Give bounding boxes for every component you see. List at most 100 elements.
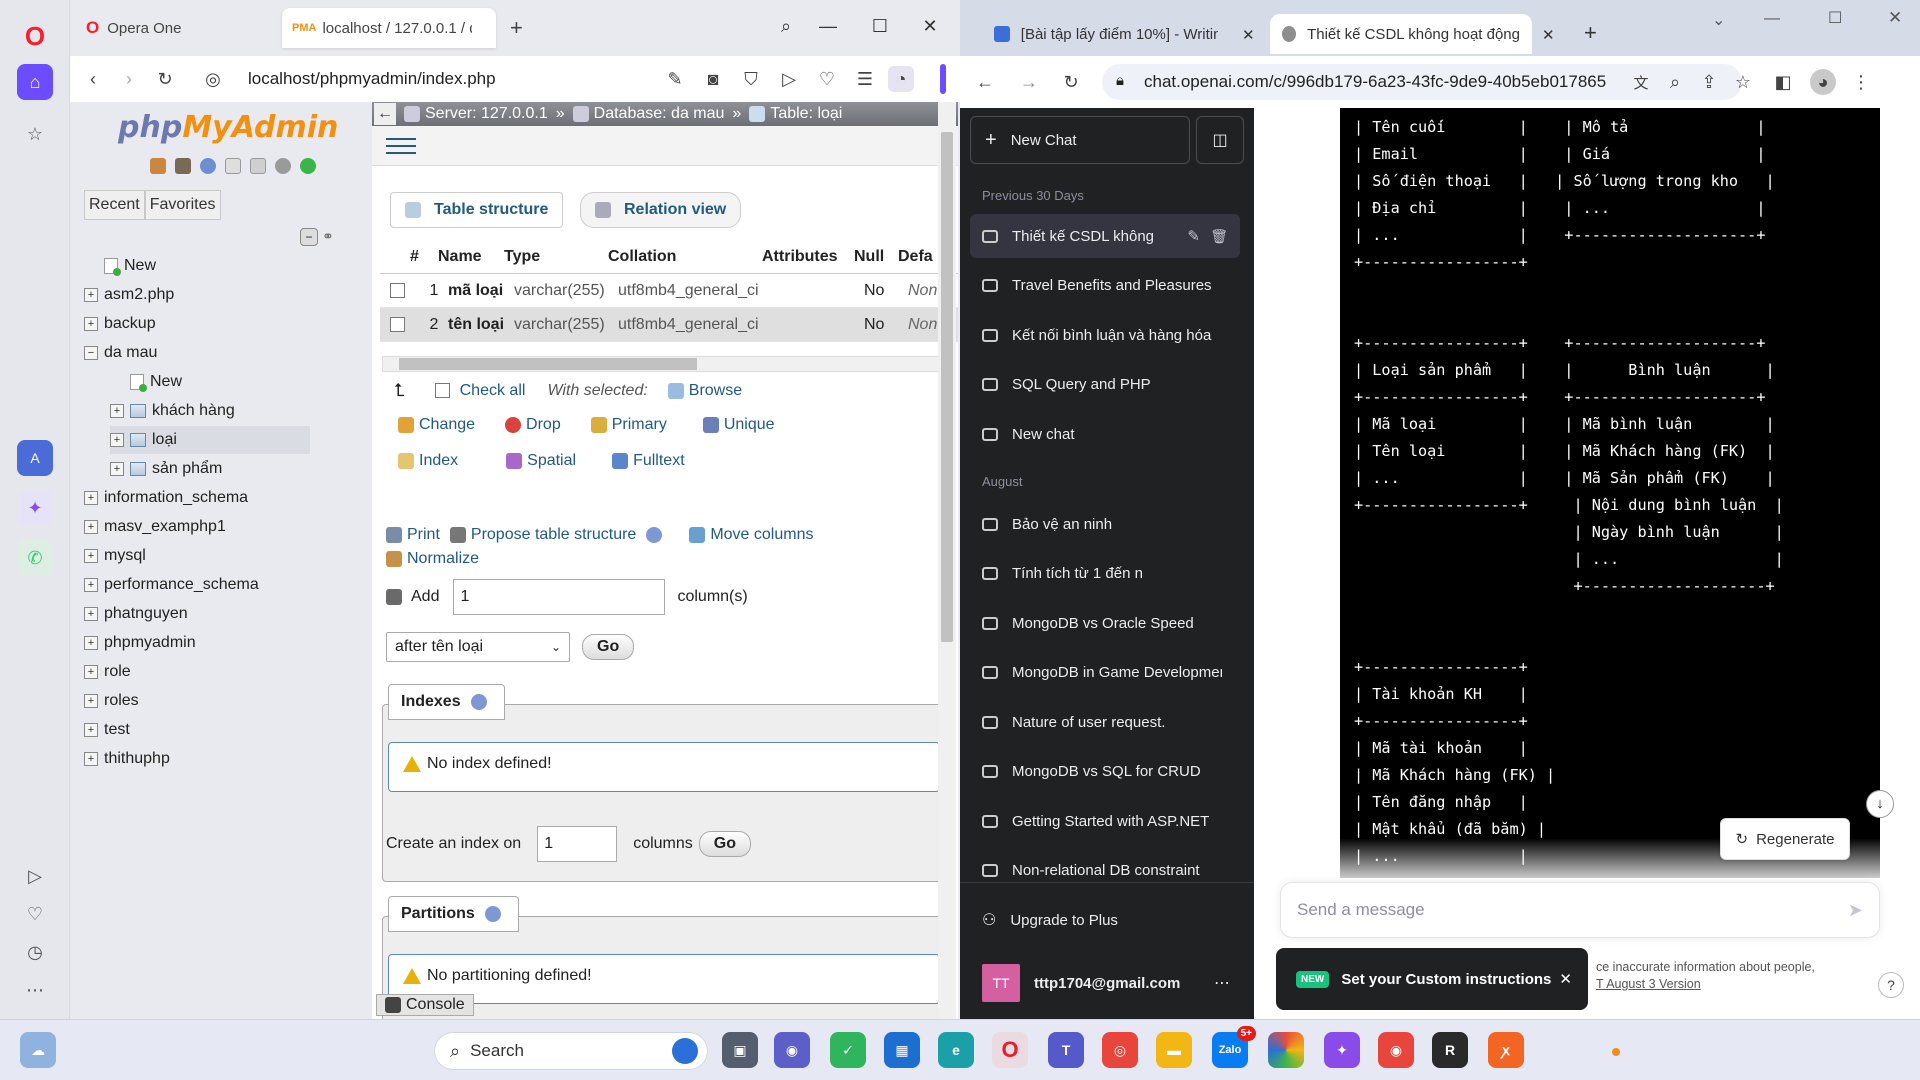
move-columns-link[interactable]: Move columns [710,526,813,544]
create-index-go-button[interactable]: Go [698,831,751,857]
zalo-icon[interactable]: Zalo 5+ [1212,1026,1256,1068]
tree-item[interactable]: + roles [84,687,139,715]
tab-table-structure[interactable]: Table structure [390,192,564,228]
r-app-icon[interactable]: R [1432,1032,1468,1068]
menu-dots-icon[interactable]: ⋮ [1848,69,1874,95]
tree-item[interactable]: + test [84,716,130,744]
coccoc-icon[interactable]: ✓ [830,1032,866,1068]
send-icon[interactable]: ▷ [776,66,802,92]
opera-logo-icon[interactable]: O [17,18,53,54]
tree-item[interactable]: + backup [84,310,156,338]
chat-item[interactable]: Nature of user request. [970,700,1240,744]
scrollbar-thumb[interactable] [399,358,697,370]
delete-icon[interactable]: 🗑︎ [1210,228,1228,245]
help-icon[interactable] [646,527,663,543]
logout-icon[interactable] [175,158,191,174]
shield-icon[interactable]: ⛉ [738,66,764,92]
help-icon[interactable] [485,905,502,922]
vertical-scrollbar[interactable] [938,102,956,1019]
scroll-down-icon[interactable]: ↓ [1866,790,1894,818]
recent-button[interactable]: Recent [84,190,145,220]
forward-icon[interactable]: → [1016,69,1042,95]
check-all-label[interactable]: Check all [460,382,526,400]
expand-icon[interactable]: + [84,752,98,766]
translate-icon[interactable]: 文 [1628,69,1654,95]
expand-icon[interactable]: + [84,607,98,621]
breadcrumb-database[interactable]: Database: da mau [594,105,725,123]
pma-logo[interactable]: phpMyAdmin [118,110,338,145]
new-tab-icon[interactable]: + [1584,20,1597,46]
column-header[interactable]: Name [438,248,504,266]
regenerate-button[interactable]: ↻ Regenerate [1720,818,1850,860]
collapse-all-icon[interactable]: − [300,228,318,246]
more-options-icon[interactable]: ⋯ [1214,973,1230,993]
messenger-icon[interactable]: ✦ [17,490,53,526]
home-icon[interactable] [150,158,166,174]
tree-item[interactable]: + role [84,658,131,686]
chat-item[interactable]: Non-relational DB constraint [970,849,1240,893]
opera-taskbar-icon[interactable]: O [992,1032,1028,1068]
teams-icon[interactable]: T [1048,1032,1084,1068]
maximize-icon[interactable]: ☐ [866,12,894,40]
column-header[interactable]: Collation [608,248,762,266]
forward-icon[interactable]: › [116,66,142,92]
tab-relation-view[interactable]: Relation view [580,192,742,228]
photos-icon[interactable] [1268,1032,1304,1068]
tree-item[interactable]: + mysql [84,542,146,570]
expand-icon[interactable]: + [84,723,98,737]
chrome-profile-icon[interactable]: ◎ [1102,1032,1138,1068]
back-icon[interactable]: ← [972,69,998,95]
user-menu[interactable]: TT tttp1704@gmail.com ⋯ [970,958,1240,1008]
expand-icon[interactable]: + [84,578,98,592]
close-window-icon[interactable]: ✕ [1888,8,1902,28]
player-icon[interactable]: ▷ [17,858,53,894]
sidebar-toggle[interactable] [940,64,946,94]
edit-icon[interactable]: ✎ [662,66,688,92]
profile-avatar-icon[interactable]: ◕ [1810,69,1836,95]
expand-icon[interactable]: + [84,636,98,650]
breadcrumb-server[interactable]: Server: 127.0.0.1 [425,105,548,123]
column-header[interactable]: Null [854,248,898,266]
browse-button[interactable]: Browse [689,382,742,400]
change-button[interactable]: Change [419,416,475,434]
row-checkbox[interactable] [390,283,405,298]
maximize-icon[interactable]: ☐ [1828,8,1842,28]
weather-icon[interactable]: ☁ [20,1032,56,1068]
zoom-icon[interactable]: ⌕ [1662,69,1688,95]
message-input[interactable]: Send a message ➤ [1280,882,1880,938]
search-tabs-icon[interactable]: ⌕ [772,12,800,40]
close-tab-icon[interactable]: ✕ [1542,26,1555,44]
expand-icon[interactable]: + [110,404,124,418]
new-chat-button[interactable]: + New Chat [970,116,1190,164]
tab-writing[interactable]: [Bài tập lấy điểm 10%] - Writing [982,14,1230,54]
chat-item[interactable]: Bảo vệ an ninh [970,502,1240,546]
tree-item[interactable]: New [84,252,156,280]
expand-icon[interactable]: + [84,317,98,331]
column-header[interactable]: Attributes [762,248,854,266]
close-tab-icon[interactable]: ✕ [1242,26,1255,44]
heart-outline-icon[interactable]: ♡ [814,66,840,92]
favorites-button[interactable]: Favorites [144,190,221,220]
horizontal-scrollbar[interactable] [382,356,956,372]
chat-item[interactable]: MongoDB vs SQL for CRUD [970,750,1240,794]
aria-icon[interactable]: A [17,440,53,476]
teams-meet-icon[interactable]: ◉ [774,1032,810,1068]
breadcrumb-table[interactable]: Table: loại [770,105,842,123]
tree-item[interactable]: + masv_examphp1 [84,513,226,541]
add-columns-input[interactable] [453,579,666,615]
unique-button[interactable]: Unique [724,416,775,434]
help-icon[interactable] [200,158,216,174]
heart-icon[interactable]: ♡ [17,896,53,932]
expand-icon[interactable]: + [84,520,98,534]
chat-item[interactable]: Travel Benefits and Pleasures [970,264,1240,308]
tab-chatgpt[interactable]: Thiết kế CSDL không hoạt động [1270,14,1532,54]
help-button[interactable]: ? [1878,972,1904,998]
row-checkbox[interactable] [390,317,405,332]
tree-item[interactable]: + loại [110,426,310,454]
task-view-icon[interactable]: ▣ [722,1032,758,1068]
close-toast-icon[interactable]: ✕ [1559,970,1572,988]
chat-item[interactable]: Kết nối bình luận và hàng hóa [970,313,1240,357]
chat-item[interactable]: Getting Started with ASP.NET [970,799,1240,843]
whatsapp-icon[interactable]: ✆ [17,540,53,576]
after-column-select[interactable]: after tên loại ⌄ [386,632,570,662]
